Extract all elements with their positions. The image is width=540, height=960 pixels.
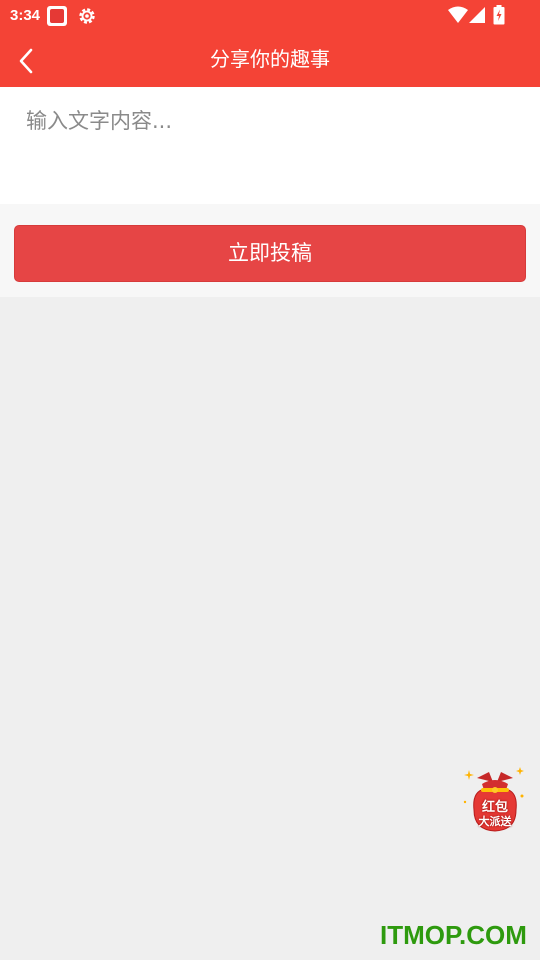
cell-signal-icon (468, 6, 486, 28)
settings-gear-icon (77, 6, 97, 30)
content-input-area (0, 87, 540, 204)
battery-charging-icon (493, 5, 505, 29)
back-button[interactable] (8, 40, 48, 80)
status-bar: 3:34 (0, 0, 540, 32)
app-bar: 分享你的趣事 (0, 32, 540, 87)
red-packet-label-line2: 大派送 (478, 815, 512, 828)
status-time: 3:34 (10, 7, 41, 24)
chevron-left-icon (19, 48, 33, 74)
wifi-icon (448, 6, 468, 28)
content-text-input[interactable] (14, 105, 524, 195)
submit-section: 立即投稿 (0, 204, 540, 297)
page-title: 分享你的趣事 (210, 47, 330, 71)
app-notification-icon (47, 6, 67, 26)
red-packet-badge[interactable]: 红包 大派送 (462, 766, 528, 834)
watermark: ITMOP.COM (380, 920, 527, 950)
submit-button[interactable]: 立即投稿 (14, 225, 526, 282)
